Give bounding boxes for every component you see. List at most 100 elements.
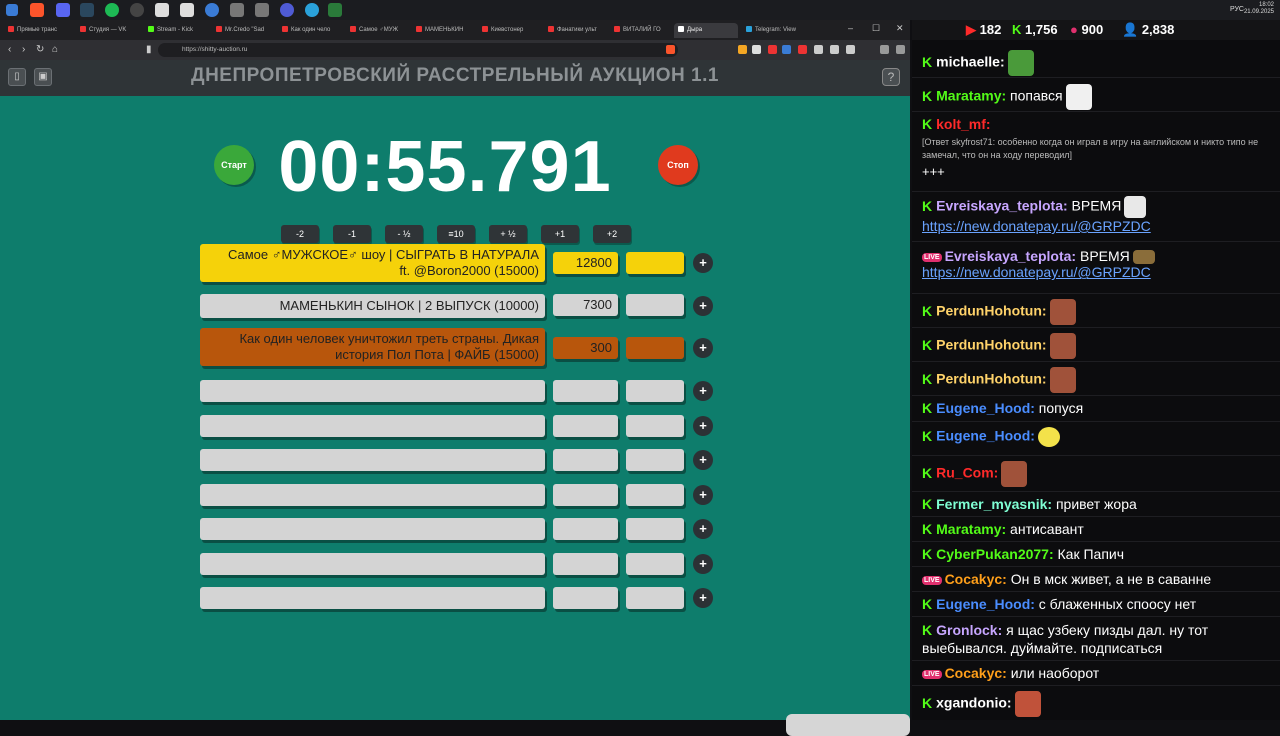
lot-add-amount-field[interactable] [626,415,684,437]
chat-username[interactable]: Cocakyc: [945,571,1007,587]
app-icon[interactable] [155,3,169,17]
help-button[interactable]: ? [882,68,900,86]
discord-icon[interactable] [56,3,70,17]
lot-amount-field[interactable] [553,518,618,540]
steam-icon[interactable] [80,3,94,17]
chat-username[interactable]: Gronlock: [936,622,1002,638]
add-to-lot-button[interactable]: + [693,338,713,358]
menu-icon[interactable] [896,45,905,54]
lot-amount-field[interactable] [553,484,618,506]
bookmark-icon[interactable]: ▮ [146,43,152,57]
maximize-icon[interactable]: ☐ [872,23,880,34]
time-adjust-button[interactable]: +1 [541,225,579,243]
download-icon[interactable] [880,45,889,54]
app-icon[interactable] [280,3,294,17]
chat-username[interactable]: Eugene_Hood: [936,400,1035,416]
browser-tab[interactable]: ВИТАЛИЙ ГО [610,23,668,38]
chat-username[interactable]: PerdunHohotun: [936,337,1046,353]
time-adjust-button[interactable]: -1 [333,225,371,243]
lot-name-field[interactable] [200,587,545,609]
clock[interactable]: 18:02 21.09.2025 [1244,2,1274,16]
time-adjust-button[interactable]: + ½ [489,225,527,243]
chat-username[interactable]: xgandonio: [936,695,1011,711]
browser-tab[interactable]: Студия — VK [76,23,138,38]
lot-add-amount-field[interactable] [626,252,684,274]
lot-name-field[interactable] [200,380,545,402]
add-to-lot-button[interactable]: + [693,519,713,539]
lot-name-field[interactable]: Самое ♂МУЖСКОЕ♂ шоу | СЫГРАТЬ В НАТУРАЛА… [200,244,545,282]
browser-tab[interactable]: Mr.Credo "Sad [212,23,270,38]
app-icon[interactable] [328,3,342,17]
browser-tab[interactable]: Прямые транс [4,23,66,38]
add-to-lot-button[interactable]: + [693,253,713,273]
chat-username[interactable]: Evreiskaya_teplota: [945,248,1077,264]
browser-tab[interactable]: Самое ♂МУЖ [346,23,404,38]
lot-add-amount-field[interactable] [626,449,684,471]
chat-username[interactable]: Cocakyc: [945,665,1007,681]
lot-amount-field[interactable] [553,553,618,575]
extension-icon[interactable] [846,45,855,54]
lot-name-field[interactable]: Как один человек уничтожил треть страны.… [200,328,545,366]
forward-icon[interactable]: › [22,43,25,57]
add-to-lot-button[interactable]: + [693,296,713,316]
lot-name-field[interactable] [200,518,545,540]
reload-icon[interactable]: ↻ [36,43,44,57]
stop-button[interactable]: Стоп [658,145,698,185]
chat-username[interactable]: Ru_Com: [936,465,998,481]
chat-link[interactable]: https://new.donatepay.ru/@GRPZDC [922,218,1270,234]
obs-icon[interactable] [130,3,144,17]
time-adjust-button[interactable]: ≡10 [437,225,475,243]
extension-icon[interactable] [830,45,839,54]
add-to-lot-button[interactable]: + [693,485,713,505]
extension-icon[interactable] [768,45,777,54]
browser-tab-active[interactable]: Дыра [674,23,738,38]
lot-add-amount-field[interactable] [626,518,684,540]
language-indicator[interactable]: РУС [1230,6,1244,13]
add-to-lot-button[interactable]: + [693,416,713,436]
lot-add-amount-field[interactable] [626,294,684,316]
add-to-lot-button[interactable]: + [693,588,713,608]
lot-add-amount-field[interactable] [626,337,684,359]
home-icon[interactable]: ⌂ [52,43,58,57]
browser-tab[interactable]: МАМЕНЬКИН [412,23,470,38]
lot-amount-field[interactable] [553,587,618,609]
app-icon[interactable] [205,3,219,17]
extension-icon[interactable] [738,45,747,54]
lot-amount-field[interactable]: 12800 [553,252,618,274]
lot-name-field[interactable] [200,484,545,506]
chat-username[interactable]: Maratamy: [936,521,1006,537]
add-to-lot-button[interactable]: + [693,554,713,574]
lot-name-field[interactable]: МАМЕНЬКИН СЫНОК | 2 ВЫПУСК (10000) [200,294,545,318]
browser-tab[interactable]: Как один чело [278,23,336,38]
chat-username[interactable]: kolt_mf: [936,116,990,132]
chat-username[interactable]: PerdunHohotun: [936,303,1046,319]
lot-amount-field[interactable]: 300 [553,337,618,359]
lot-name-field[interactable] [200,553,545,575]
time-adjust-button[interactable]: - ½ [385,225,423,243]
brave-shield-icon[interactable] [666,45,675,54]
browser-tab[interactable]: Фанатики ульт [544,23,606,38]
spotify-icon[interactable] [105,3,119,17]
chat-username[interactable]: Eugene_Hood: [936,596,1035,612]
lot-name-field[interactable] [200,415,545,437]
chat-username[interactable]: Evreiskaya_teplota: [936,198,1068,214]
lot-add-amount-field[interactable] [626,484,684,506]
lot-amount-field[interactable] [553,415,618,437]
app-icon[interactable] [180,3,194,17]
chat-username[interactable]: michaelle: [936,54,1004,70]
close-icon[interactable]: ✕ [896,23,904,34]
browser-tab[interactable]: Stream - Kick [144,23,202,38]
extension-icon[interactable] [814,45,823,54]
lot-amount-field[interactable]: 7300 [553,294,618,316]
lot-amount-field[interactable] [553,449,618,471]
app-icon[interactable] [230,3,244,17]
lot-name-field[interactable] [200,449,545,471]
chat-username[interactable]: PerdunHohotun: [936,371,1046,387]
start-button[interactable]: Старт [214,145,254,185]
windows-start-icon[interactable] [6,4,18,16]
extension-icon[interactable] [752,45,761,54]
browser-tab[interactable]: Киевстонер [478,23,536,38]
time-adjust-button[interactable]: +2 [593,225,631,243]
back-icon[interactable]: ‹ [8,43,11,57]
lot-add-amount-field[interactable] [626,380,684,402]
